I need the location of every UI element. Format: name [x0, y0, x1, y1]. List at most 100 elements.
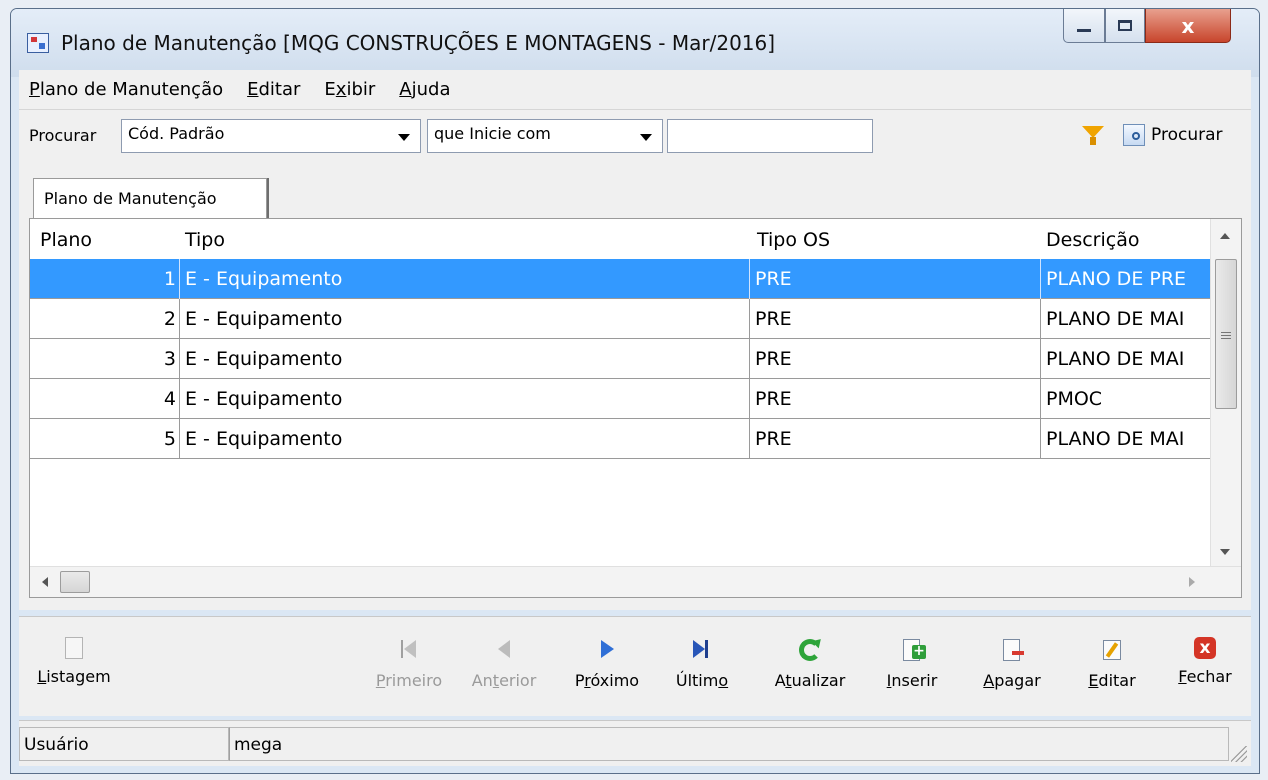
menu-exibir[interactable]: Exibir	[324, 79, 375, 100]
atualizar-button[interactable]: Atualizar	[760, 637, 860, 707]
first-record-icon	[396, 637, 422, 663]
chevron-down-icon[interactable]	[398, 134, 410, 141]
column-header-plano[interactable]: Plano	[40, 229, 92, 251]
search-input[interactable]	[667, 119, 873, 153]
table-row[interactable]: 5 E - Equipamento PRE PLANO DE MAI	[30, 419, 1210, 459]
atualizar-label: Atualizar	[774, 671, 846, 690]
proximo-button[interactable]: Próximo	[562, 637, 652, 707]
search-toolbar: Procurar Cód. Padrão que Inicie com Proc…	[19, 110, 1251, 160]
menu-editar[interactable]: Editar	[247, 79, 300, 100]
listagem-label: Listagem	[37, 667, 111, 686]
primeiro-label: Primeiro	[375, 671, 443, 690]
inserir-label: Inserir	[886, 671, 938, 690]
table-row[interactable]: 3 E - Equipamento PRE PLANO DE MAI	[30, 339, 1210, 379]
cell-plano: 4	[30, 379, 180, 419]
search-button[interactable]: Procurar	[1123, 118, 1223, 152]
listagem-button[interactable]: Listagem	[29, 637, 119, 707]
cell-tipo-os: PRE	[750, 379, 1041, 419]
cell-plano: 3	[30, 339, 180, 379]
content-area: Plano de Manutenção Plano Tipo Tipo OS D…	[19, 160, 1251, 610]
vertical-scrollbar[interactable]	[1210, 219, 1241, 569]
cell-tipo: E - Equipamento	[180, 419, 750, 459]
search-condition-value: que Inicie com	[434, 124, 551, 143]
menu-accel: E	[247, 79, 259, 100]
add-document-icon	[899, 637, 926, 663]
cell-descricao: PLANO DE PRE	[1046, 268, 1187, 290]
anterior-button[interactable]: Anterior	[459, 637, 549, 707]
search-field-value: Cód. Padrão	[128, 124, 225, 143]
document-search-icon	[1123, 124, 1145, 146]
action-toolbar: Listagem Primeiro Anterior Próximo Últim…	[19, 616, 1251, 716]
proximo-label: Próximo	[574, 671, 640, 690]
last-record-icon	[689, 637, 715, 663]
close-window-button[interactable]: x	[1145, 9, 1231, 43]
cell-descricao: PMOC	[1046, 388, 1103, 410]
edit-icon	[1099, 637, 1125, 663]
search-button-label: Procurar	[1151, 125, 1223, 145]
title-bar[interactable]: Plano de Manutenção [MQG CONSTRUÇÕES E M…	[11, 9, 1259, 77]
delete-document-icon	[999, 637, 1025, 663]
cell-tipo: E - Equipamento	[180, 379, 750, 419]
filter-icon[interactable]	[1082, 126, 1104, 145]
cell-tipo: E - Equipamento	[180, 299, 750, 339]
tab-label: Plano de Manutenção	[44, 189, 217, 208]
status-bar: Usuário mega	[19, 720, 1251, 766]
cell-tipo: E - Equipamento	[180, 339, 750, 379]
cell-descricao: PLANO DE MAI	[1046, 308, 1185, 330]
window-title: Plano de Manutenção [MQG CONSTRUÇÕES E M…	[61, 31, 776, 55]
cell-tipo-os: PRE	[750, 339, 1041, 379]
menu-label: juda	[411, 79, 451, 100]
table-row[interactable]: 2 E - Equipamento PRE PLANO DE MAI	[30, 299, 1210, 339]
vertical-scroll-thumb[interactable]	[1215, 259, 1237, 409]
search-condition-select[interactable]: que Inicie com	[427, 119, 663, 153]
fechar-label: Fechar	[1178, 667, 1232, 686]
horizontal-scroll-thumb[interactable]	[60, 571, 90, 593]
status-user-value: mega	[229, 727, 1229, 761]
ultimo-label: Último	[675, 671, 729, 690]
menu-accel: A	[399, 79, 412, 100]
status-user-label: Usuário	[19, 727, 229, 761]
menu-plano-de-manutencao[interactable]: Plano de Manutenção	[29, 79, 223, 100]
fechar-button[interactable]: x Fechar	[1165, 637, 1245, 707]
tab-plano-de-manutencao[interactable]: Plano de Manutenção	[33, 178, 267, 218]
next-icon	[594, 637, 620, 663]
menu-ajuda[interactable]: Ajuda	[399, 79, 450, 100]
cell-plano: 1	[30, 259, 180, 299]
scroll-left-arrow-icon[interactable]	[42, 577, 48, 587]
grid-header: Plano Tipo Tipo OS Descrição	[30, 219, 1210, 259]
apagar-label: Apagar	[983, 671, 1041, 690]
horizontal-scrollbar[interactable]	[30, 566, 1241, 597]
column-header-tipo-os[interactable]: Tipo OS	[757, 229, 830, 251]
inserir-button[interactable]: Inserir	[872, 637, 952, 707]
search-field-select[interactable]: Cód. Padrão	[121, 119, 421, 153]
cell-plano: 5	[30, 419, 180, 459]
table-row[interactable]: 4 E - Equipamento PRE PMOC	[30, 379, 1210, 419]
menu-label: ibir	[346, 79, 376, 100]
refresh-icon	[797, 637, 823, 663]
primeiro-button[interactable]: Primeiro	[369, 637, 449, 707]
apagar-button[interactable]: Apagar	[967, 637, 1057, 707]
close-icon: x	[1181, 13, 1195, 38]
data-grid: Plano Tipo Tipo OS Descrição 1 E - Equip…	[29, 218, 1242, 598]
scroll-down-arrow-icon[interactable]	[1220, 549, 1230, 555]
ultimo-button[interactable]: Último	[662, 637, 742, 707]
editar-button[interactable]: Editar	[1077, 637, 1147, 707]
minimize-button[interactable]	[1063, 9, 1105, 43]
column-header-descricao[interactable]: Descrição	[1046, 229, 1139, 251]
app-icon[interactable]	[27, 33, 49, 53]
resize-grip-icon[interactable]	[1231, 746, 1247, 762]
maximize-button[interactable]	[1105, 9, 1145, 43]
previous-icon	[491, 637, 517, 663]
menu-label: ditar	[258, 79, 301, 100]
close-icon: x	[1194, 637, 1216, 659]
menu-accel: x	[335, 79, 347, 100]
column-header-tipo[interactable]: Tipo	[185, 229, 225, 251]
minimize-icon	[1077, 29, 1091, 32]
chevron-down-icon[interactable]	[640, 134, 652, 141]
maximize-icon	[1118, 20, 1132, 31]
scroll-up-arrow-icon[interactable]	[1220, 233, 1230, 239]
table-row[interactable]: 1 E - Equipamento PRE PLANO DE PRE	[30, 259, 1210, 299]
menu-bar: Plano de Manutenção Editar Exibir Ajuda	[19, 70, 1251, 110]
scroll-right-arrow-icon[interactable]	[1189, 577, 1195, 587]
document-icon	[65, 637, 83, 659]
